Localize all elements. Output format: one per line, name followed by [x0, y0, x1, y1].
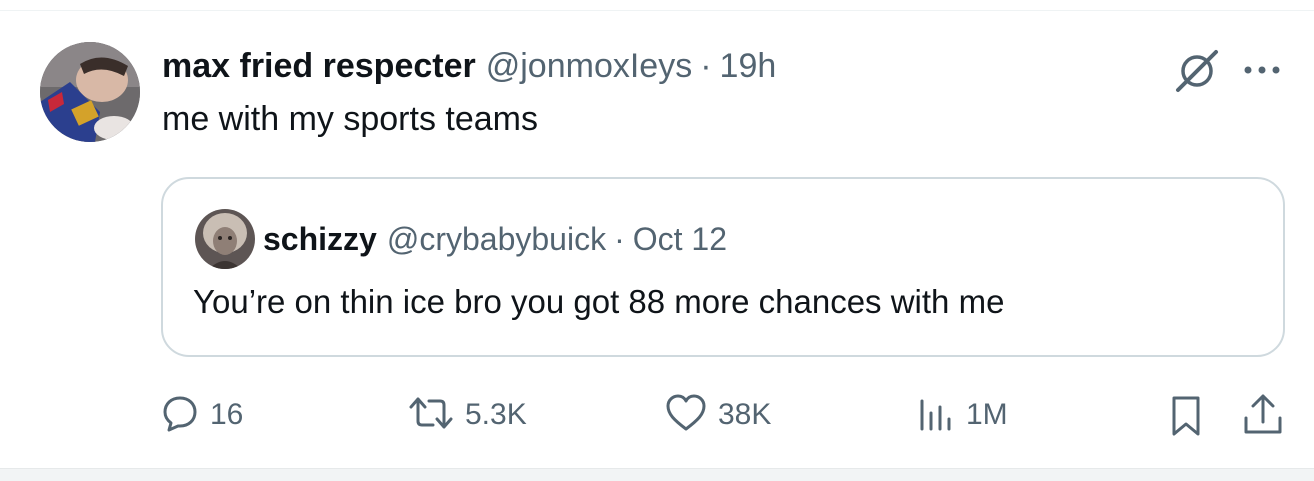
- like-count: 38K: [718, 398, 772, 431]
- views-button[interactable]: 1M: [916, 392, 1008, 438]
- views-icon: [916, 393, 956, 438]
- tweet-text: me with my sports teams: [162, 100, 538, 138]
- tweet-header: max fried respecter @jonmoxIeys · 19h: [162, 46, 776, 86]
- quoted-display-name[interactable]: schizzy: [263, 221, 377, 258]
- quoted-timestamp[interactable]: Oct 12: [633, 221, 727, 258]
- like-icon: [664, 393, 708, 438]
- quoted-avatar[interactable]: [195, 209, 255, 269]
- display-name[interactable]: max fried respecter: [162, 47, 476, 86]
- top-divider: [0, 10, 1314, 11]
- avatar[interactable]: [40, 42, 140, 142]
- bookmark-button[interactable]: [1166, 394, 1206, 438]
- views-count: 1M: [966, 398, 1008, 431]
- bottom-divider: [0, 468, 1314, 481]
- separator-dot: ·: [700, 46, 712, 85]
- more-icon[interactable]: [1240, 52, 1284, 88]
- repost-icon: [407, 393, 455, 438]
- quoted-separator-dot: ·: [614, 220, 625, 257]
- quoted-tweet[interactable]: schizzy @crybabybuick · Oct 12 You’re on…: [161, 177, 1285, 357]
- timestamp[interactable]: 19h: [720, 47, 777, 86]
- quoted-avatar-photo: [195, 209, 255, 269]
- quoted-text: You’re on thin ice bro you got 88 more c…: [193, 283, 1005, 320]
- avatar-photo: [40, 42, 140, 142]
- reply-count: 16: [210, 398, 244, 431]
- bookmark-icon: [1166, 396, 1206, 442]
- grok-icon[interactable]: [1172, 48, 1222, 94]
- repost-count: 5.3K: [465, 398, 527, 431]
- reply-icon: [160, 393, 200, 438]
- share-button[interactable]: [1241, 392, 1285, 438]
- handle[interactable]: @jonmoxIeys: [486, 47, 692, 86]
- quoted-header: schizzy @crybabybuick · Oct 12: [263, 217, 727, 261]
- repost-button[interactable]: 5.3K: [407, 392, 527, 438]
- share-icon: [1241, 394, 1285, 442]
- reply-button[interactable]: 16: [160, 392, 243, 438]
- like-button[interactable]: 38K: [664, 392, 771, 438]
- quoted-handle[interactable]: @crybabybuick: [387, 221, 606, 258]
